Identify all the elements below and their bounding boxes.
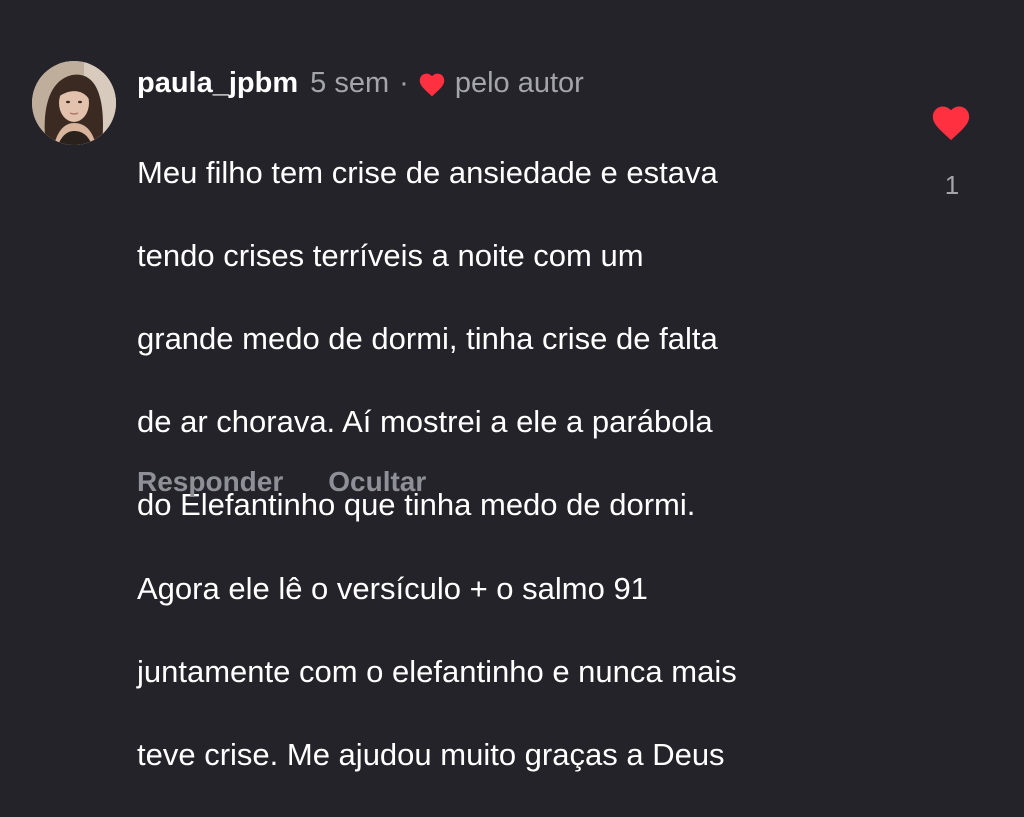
like-count[interactable]: 1 [930, 170, 974, 201]
hide-button[interactable]: Ocultar [328, 466, 426, 498]
comment-text-line: teve crise. Me ajudou muito graças a Deu… [137, 736, 725, 772]
heart-icon [419, 73, 445, 96]
comment-text-line: Meu filho tem crise de ansiedade e estav… [137, 154, 718, 190]
username[interactable]: paula_jpbm [137, 67, 298, 100]
comment: paula_jpbm 5 sem · pelo autor Meu filho … [0, 0, 1024, 772]
like-button-heart-icon[interactable] [928, 101, 974, 141]
timestamp: 5 sem [310, 66, 390, 99]
comment-text-line: juntamente com o elefantinho e nunca mai… [137, 653, 737, 689]
profile-photo [32, 61, 116, 145]
comment-text-line: grande medo de dormi, tinha crise de fal… [137, 320, 718, 356]
comment-text: Meu filho tem crise de ansiedade e estav… [137, 110, 897, 817]
avatar[interactable] [32, 61, 116, 145]
comment-header: paula_jpbm 5 sem · pelo autor [137, 63, 584, 103]
comment-actions: Responder Ocultar [137, 466, 426, 498]
comment-text-line: tendo crises terríveis a noite com um [137, 237, 644, 273]
separator-dot: · [399, 66, 409, 99]
comment-text-line: de ar chorava. Aí mostrei a ele a parábo… [137, 404, 713, 440]
comment-text-line: Agora ele lê o versículo + o salmo 91 [137, 570, 648, 606]
liked-by-author-label: pelo autor [454, 66, 584, 99]
reply-button[interactable]: Responder [137, 466, 283, 498]
